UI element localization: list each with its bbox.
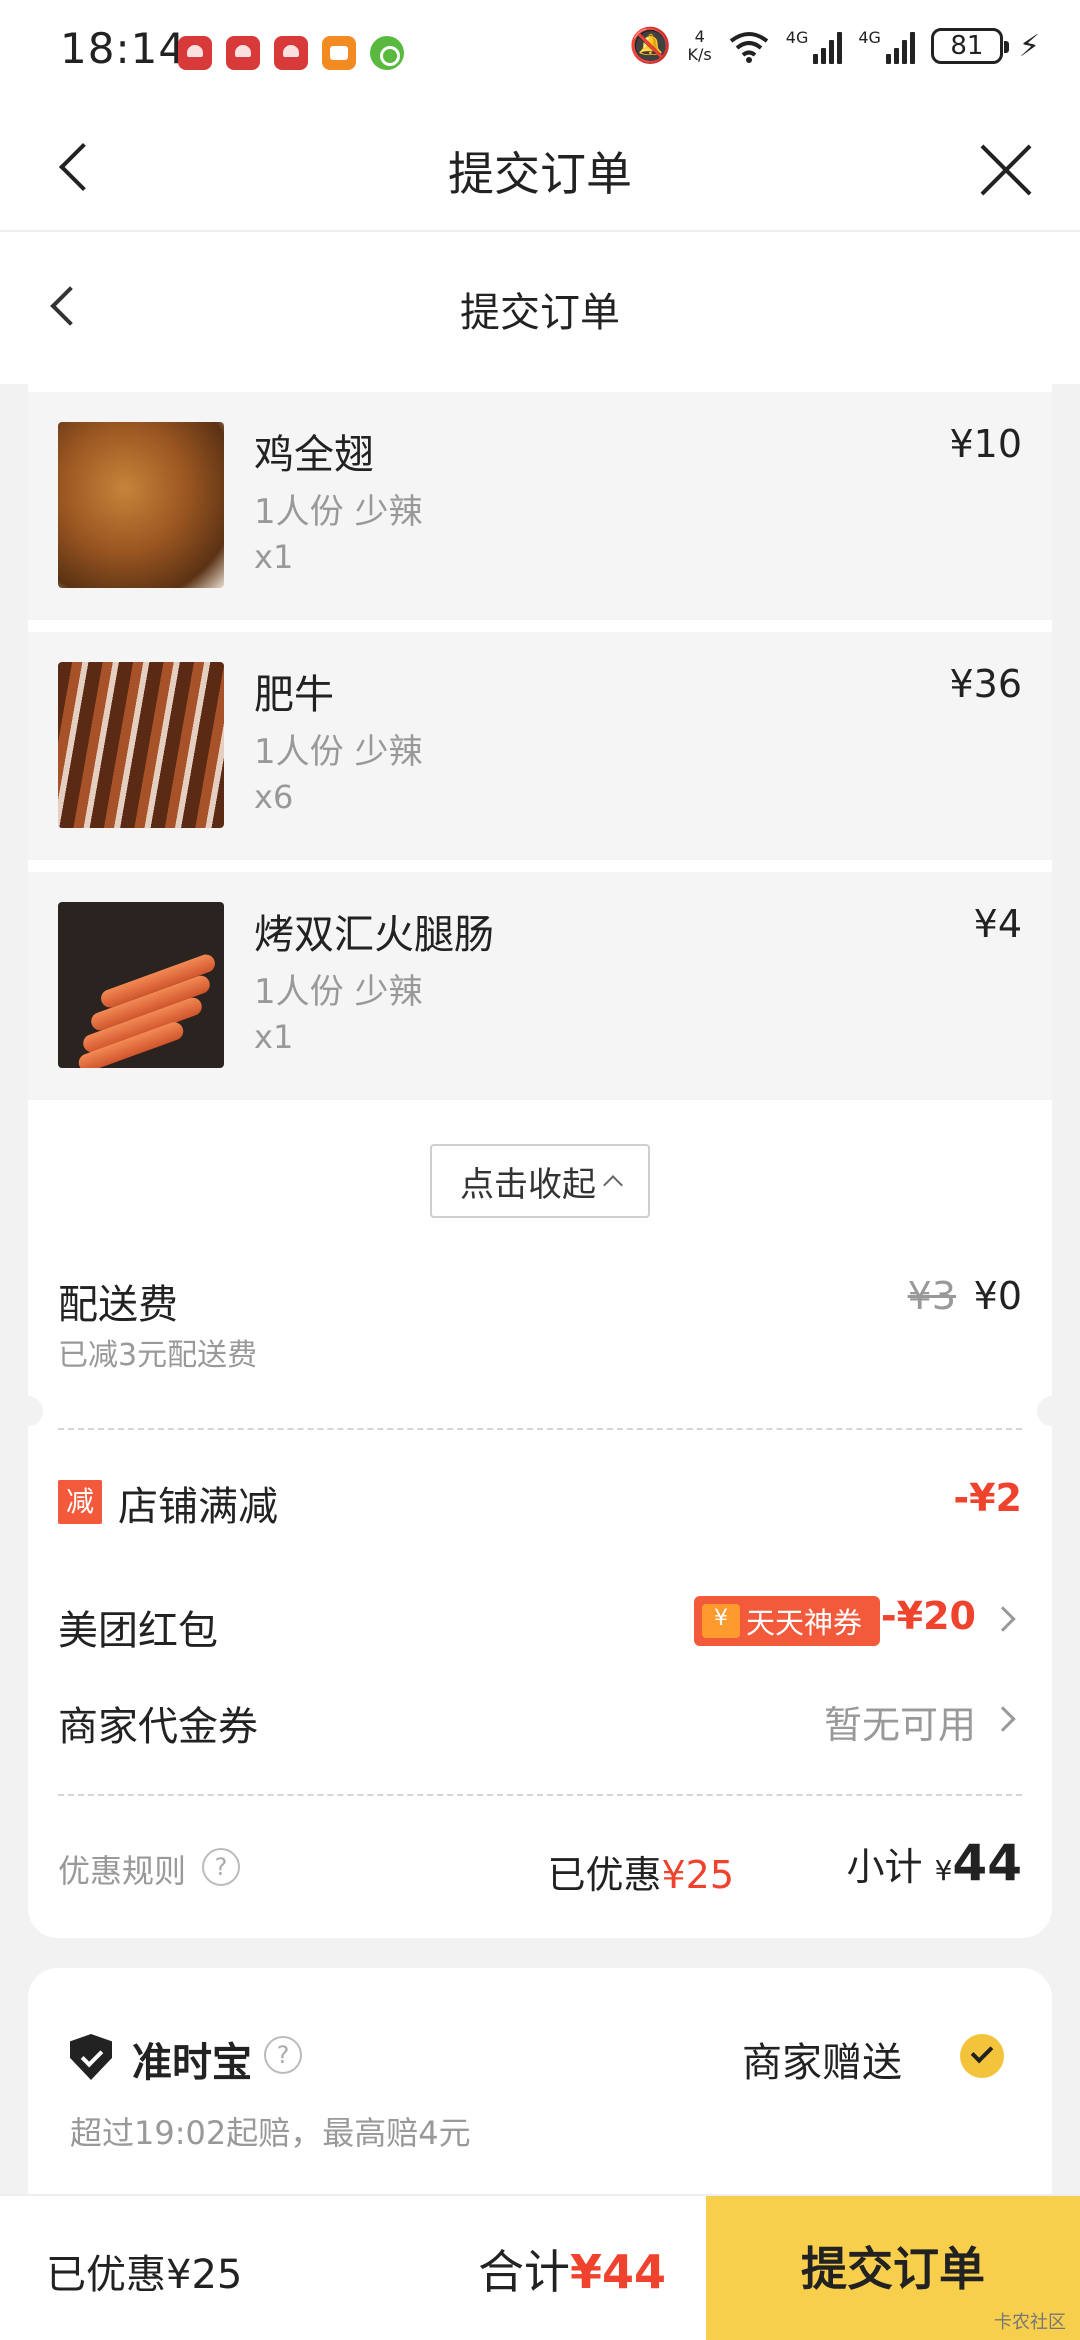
wifi-icon xyxy=(729,32,768,63)
notification-icons xyxy=(178,36,404,70)
item-price: ¥4 xyxy=(973,902,1022,946)
collapse-label: 点击收起 xyxy=(460,1164,596,1205)
red-packet-value[interactable]: -¥20 xyxy=(881,1594,976,1638)
card-notch xyxy=(13,1396,43,1426)
huawei-app-icon xyxy=(178,36,212,70)
inner-page-title: 提交订单 xyxy=(460,290,620,336)
settings-app-icon xyxy=(370,36,404,70)
status-time: 18:14 xyxy=(60,24,187,73)
net-speed: 4 K/s xyxy=(688,28,712,64)
net-speed-value: 4 xyxy=(694,27,705,46)
delivery-fee-label: 配送费 xyxy=(58,1282,178,1328)
discount-badge: 减 xyxy=(58,1480,102,1524)
mute-bell-icon: 🔕 xyxy=(629,26,672,66)
merchant-voucher-value[interactable]: 暂无可用 xyxy=(824,1694,976,1749)
item-image xyxy=(58,902,224,1068)
chevron-right-icon[interactable] xyxy=(990,1606,1016,1632)
help-icon[interactable]: ? xyxy=(264,2036,302,2074)
red-packet-label: 美团红包 xyxy=(58,1608,218,1654)
huawei-app-icon xyxy=(274,36,308,70)
page-title: 提交订单 xyxy=(448,147,632,201)
subtotal-currency: ¥ xyxy=(934,1854,953,1887)
item-qty: x6 xyxy=(254,778,294,816)
item-qty: x1 xyxy=(254,1018,294,1056)
signal-1-icon: 4G xyxy=(786,28,843,64)
merchant-voucher-label: 商家代金券 xyxy=(58,1704,258,1750)
order-item: 鸡全翅 1人份 少辣 x1 ¥10 xyxy=(28,392,1052,620)
item-price: ¥10 xyxy=(949,422,1022,466)
item-name: 烤双汇火腿肠 xyxy=(254,912,494,958)
item-spec: 1人份 少辣 xyxy=(254,732,423,772)
order-card: 鸡全翅 1人份 少辣 x1 ¥10 肥牛 1人份 少辣 x6 ¥36 烤双汇火腿… xyxy=(13,384,1067,1938)
ontime-description: 超过19:02起赔，最高赔4元 xyxy=(70,2114,471,2152)
huawei-app-icon xyxy=(226,36,260,70)
delivery-fee-value: ¥0 xyxy=(973,1274,1022,1318)
item-name: 鸡全翅 xyxy=(254,432,374,478)
outer-header: 提交订单 xyxy=(0,104,1080,232)
check-icon[interactable] xyxy=(960,2034,1004,2078)
item-spec: 1人份 少辣 xyxy=(254,492,423,532)
coupon-ticket-icon xyxy=(702,1604,740,1638)
help-icon[interactable]: ? xyxy=(202,1848,240,1886)
delivery-fee-original: ¥3 xyxy=(907,1274,956,1318)
total-label: 合计 xyxy=(478,2245,570,2299)
order-item: 肥牛 1人份 少辣 x6 ¥36 xyxy=(28,632,1052,860)
delivery-fee-note: 已减3元配送费 xyxy=(58,1338,258,1373)
net-speed-unit: K/s xyxy=(687,45,712,64)
bottom-saved: 已优惠¥25 xyxy=(46,2252,243,2298)
coupon-tag[interactable]: 天天神券 xyxy=(694,1596,880,1646)
item-qty: x1 xyxy=(254,538,294,576)
shop-discount-value: -¥2 xyxy=(953,1476,1022,1520)
item-spec: 1人份 少辣 xyxy=(254,972,423,1012)
close-icon[interactable] xyxy=(978,142,1034,198)
saved-prefix: 已优惠 xyxy=(547,1853,662,1897)
ontime-gift-label: 商家赠送 xyxy=(742,2040,902,2086)
subtotal: 小计 ¥44 xyxy=(846,1834,1022,1892)
saved-value: ¥25 xyxy=(661,1853,734,1897)
chevron-right-icon[interactable] xyxy=(990,1706,1016,1732)
charging-icon: ⚡ xyxy=(1018,28,1040,64)
item-name: 肥牛 xyxy=(254,672,334,718)
watermark: 卡农社区 xyxy=(994,2312,1066,2333)
shield-icon xyxy=(70,2034,112,2080)
status-bar: 18:14 🔕 4 K/s 4G 4G 81 ⚡ xyxy=(0,0,1080,104)
subtotal-label: 小计 xyxy=(846,1845,923,1889)
collapse-button[interactable]: 点击收起 xyxy=(430,1144,650,1218)
saved-amount: 已优惠¥25 xyxy=(547,1844,734,1899)
signal-2-icon: 4G xyxy=(858,28,915,64)
order-item: 烤双汇火腿肠 1人份 少辣 x1 ¥4 xyxy=(28,872,1052,1100)
dashed-divider xyxy=(58,1428,1022,1430)
dashed-divider xyxy=(58,1794,1022,1796)
discount-rules-link[interactable]: 优惠规则 xyxy=(58,1846,186,1892)
battery-icon: 81 xyxy=(930,28,1009,64)
item-image xyxy=(58,422,224,588)
signal-1-label: 4G xyxy=(785,28,809,47)
item-price: ¥36 xyxy=(949,662,1022,706)
bottom-bar: 已优惠¥25 合计¥44 提交订单 卡农社区 xyxy=(0,2194,1080,2340)
card-notch xyxy=(1037,1396,1067,1426)
subtotal-value: 44 xyxy=(952,1834,1022,1892)
shop-discount-label: 店铺满减 xyxy=(118,1484,278,1530)
ontime-label: 准时宝 xyxy=(132,2040,252,2086)
chevron-up-icon xyxy=(603,1175,623,1195)
coupon-tag-label: 天天神券 xyxy=(746,1606,863,1640)
status-right: 🔕 4 K/s 4G 4G 81 ⚡ xyxy=(629,26,1040,66)
bottom-total: 合计¥44 xyxy=(478,2236,666,2302)
inner-header: 提交订单 xyxy=(0,232,1080,384)
signal-2-label: 4G xyxy=(858,28,881,47)
app-notification-icon xyxy=(322,36,356,70)
item-image xyxy=(58,662,224,828)
total-value: ¥44 xyxy=(570,2245,667,2299)
ontime-card: 准时宝 ? 商家赠送 超过19:02起赔，最高赔4元 xyxy=(28,1968,1052,2228)
